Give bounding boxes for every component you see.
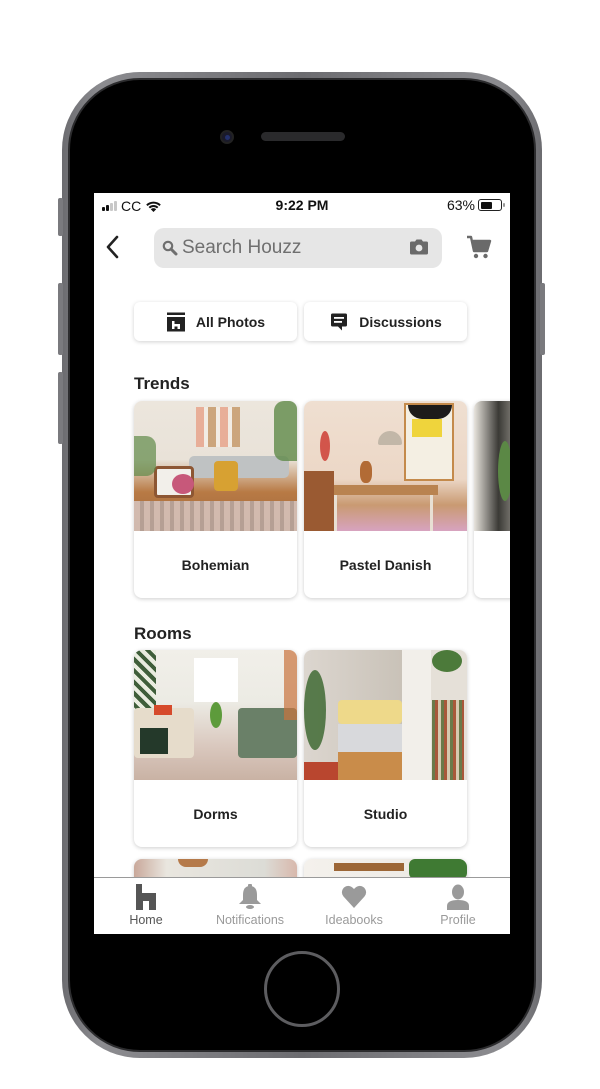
power-button: [540, 283, 545, 355]
search-bar[interactable]: [154, 228, 442, 268]
trends-carousel[interactable]: Bohemian Pastel Danish: [134, 401, 510, 598]
chat-bubble-icon: [331, 313, 348, 330]
tab-profile[interactable]: Profile: [406, 878, 510, 934]
all-photos-label: All Photos: [195, 313, 266, 330]
camera-icon[interactable]: [408, 238, 430, 256]
front-camera: [220, 130, 234, 144]
battery-icon: [478, 199, 505, 211]
search-icon: [162, 240, 178, 256]
trend-partial-photo: [474, 401, 510, 531]
discussions-button[interactable]: Discussions: [304, 302, 467, 341]
houzz-home-icon: [136, 884, 156, 910]
trend-card-label: Pastel Danish: [339, 556, 432, 573]
volume-down-button: [58, 372, 63, 444]
room-card-label: Studio: [363, 805, 408, 822]
bottom-tab-bar: Home Notifications Ideabooks Profile: [94, 877, 510, 934]
room-card-dorms[interactable]: Dorms: [134, 650, 297, 847]
volume-up-button: [58, 283, 63, 355]
mute-switch: [58, 198, 63, 236]
home-button[interactable]: [264, 951, 340, 1027]
quick-links: All Photos Discussions: [134, 302, 467, 341]
room-card-label: Dorms: [193, 805, 238, 822]
trend-card-bohemian[interactable]: Bohemian: [134, 401, 297, 598]
bohemian-photo: [134, 401, 297, 531]
tab-label: Profile: [440, 913, 476, 927]
app-screen: CC 9:22 PM 63% All Photos Discussions Tr…: [94, 193, 510, 934]
rooms-heading: Rooms: [134, 624, 192, 643]
trend-card-label: [474, 531, 510, 598]
studio-photo: [304, 650, 467, 780]
room-card-studio[interactable]: Studio: [304, 650, 467, 847]
houzz-photos-icon: [166, 312, 185, 331]
tab-label: Ideabooks: [325, 913, 383, 927]
discussions-label: Discussions: [359, 313, 442, 330]
top-nav: [94, 227, 510, 268]
all-photos-button[interactable]: All Photos: [134, 302, 297, 341]
earpiece-speaker: [261, 132, 345, 141]
bell-icon: [239, 884, 261, 909]
pastel-danish-photo: [304, 401, 467, 531]
trend-card-pastel-danish[interactable]: Pastel Danish: [304, 401, 467, 598]
tab-label: Home: [129, 913, 163, 927]
person-icon: [447, 884, 469, 910]
rooms-carousel[interactable]: Dorms Studio: [134, 650, 467, 847]
battery-percent: 63%: [446, 197, 475, 213]
back-chevron-icon[interactable]: [102, 233, 124, 261]
tab-notifications[interactable]: Notifications: [198, 878, 302, 934]
heart-icon: [341, 885, 367, 908]
tab-ideabooks[interactable]: Ideabooks: [302, 878, 406, 934]
tab-home[interactable]: Home: [94, 878, 198, 934]
trend-card-partial[interactable]: [474, 401, 510, 598]
status-bar: CC 9:22 PM 63%: [94, 193, 510, 219]
trends-heading: Trends: [134, 374, 190, 393]
trend-card-label: Bohemian: [181, 556, 250, 573]
cart-icon[interactable]: [466, 234, 492, 260]
dorms-photo: [134, 650, 297, 780]
search-input[interactable]: [182, 237, 392, 259]
tab-label: Notifications: [215, 913, 285, 927]
